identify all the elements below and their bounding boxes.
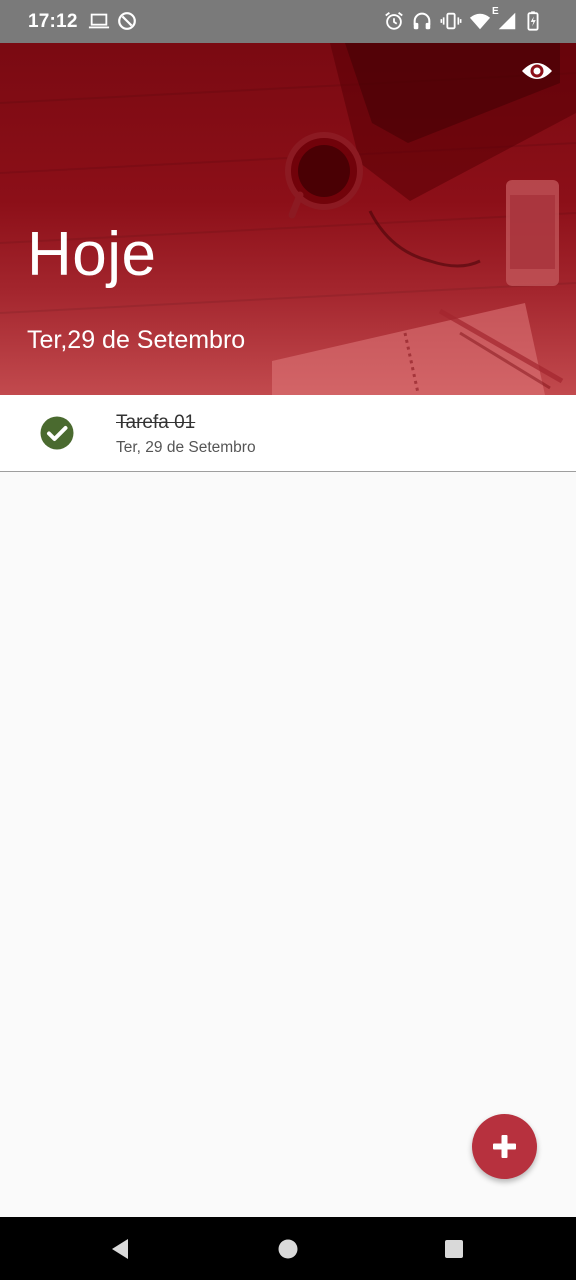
visibility-toggle-button[interactable]: [520, 57, 554, 85]
plus-icon: [493, 1135, 516, 1158]
check-circle-icon[interactable]: [40, 416, 74, 450]
recents-icon[interactable]: [442, 1237, 466, 1261]
page-title: Hoje: [27, 220, 157, 289]
status-bar: 17:12 E: [0, 0, 576, 43]
laptop-icon: [88, 13, 110, 29]
task-date: Ter, 29 de Setembro: [116, 439, 256, 456]
add-task-button[interactable]: [472, 1114, 537, 1179]
status-time: 17:12: [28, 11, 78, 32]
headphones-icon: [413, 12, 431, 30]
home-icon[interactable]: [276, 1237, 300, 1261]
header-date: Ter,29 de Setembro: [27, 326, 246, 354]
data-saver-icon: [118, 12, 136, 30]
battery-charging-icon: [527, 11, 539, 31]
vibrate-icon: [440, 12, 462, 30]
alarm-icon: [385, 12, 403, 30]
navigation-bar: [0, 1217, 576, 1280]
eye-icon: [522, 63, 552, 79]
header-banner: Hoje Ter,29 de Setembro: [0, 43, 576, 395]
wifi-icon: [469, 13, 491, 30]
task-title: Tarefa 01: [116, 412, 196, 433]
signal-icon: [498, 12, 516, 30]
back-icon[interactable]: [108, 1237, 132, 1261]
task-item[interactable]: Tarefa 01 Ter, 29 de Setembro: [0, 395, 576, 472]
